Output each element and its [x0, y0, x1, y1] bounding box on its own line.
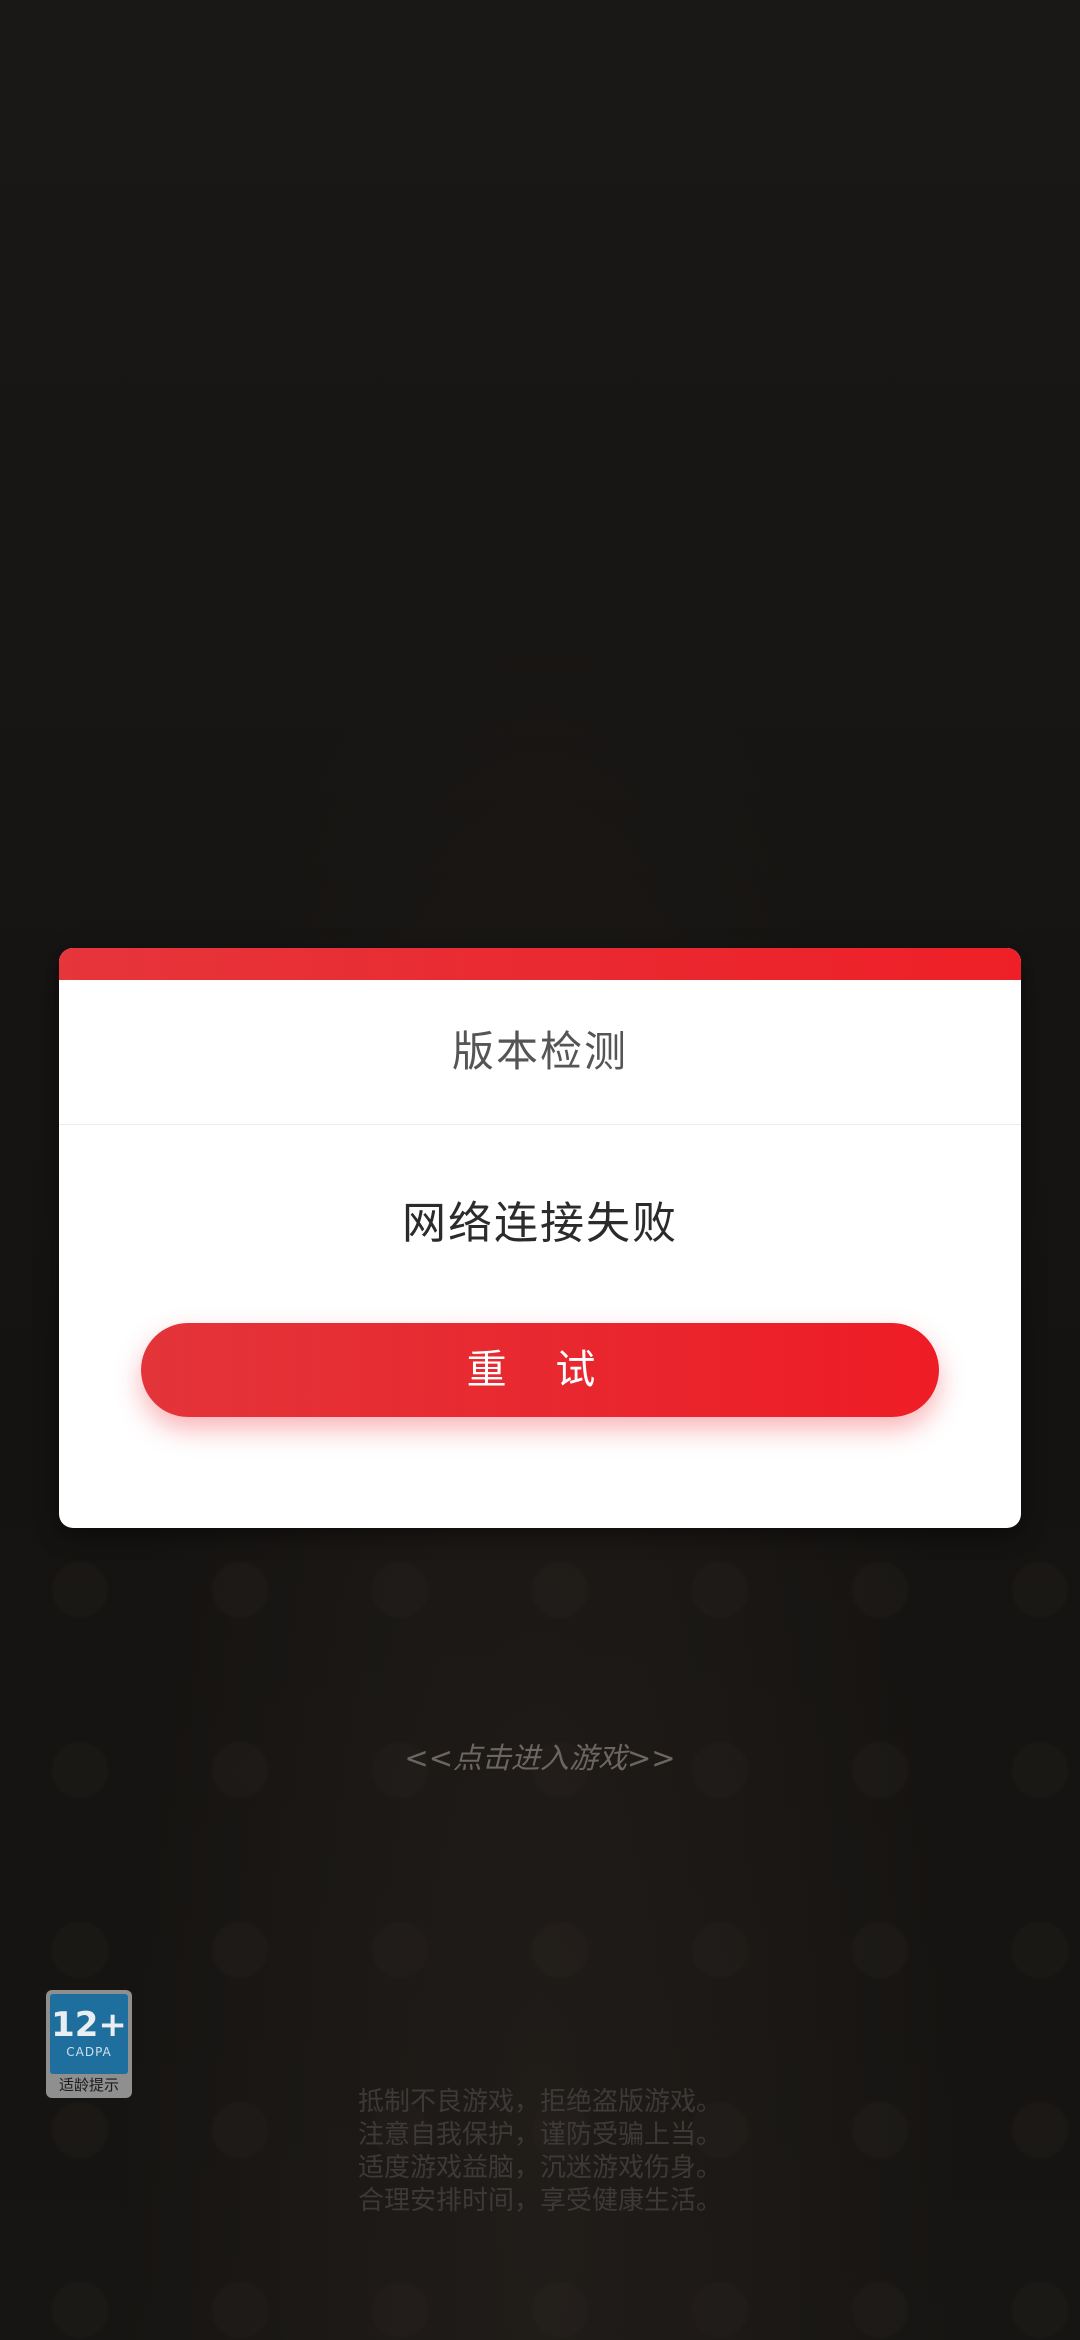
dialog-accent-bar [59, 948, 1021, 980]
retry-button[interactable]: 重 试 [141, 1323, 939, 1417]
health-notice-line: 注意自我保护，谨防受骗上当。 [357, 2120, 722, 2150]
version-check-dialog: 版本检测 网络连接失败 重 试 [59, 948, 1021, 1528]
age-rating-badge: 12+ CADPA 适龄提示 [46, 1990, 132, 2098]
enter-game-link[interactable]: <<点击进入游戏>> [0, 1735, 1080, 1777]
dialog-message: 网络连接失败 [402, 1198, 678, 1249]
age-rating-value: 12+ [51, 2005, 127, 2045]
dialog-title: 版本检测 [59, 980, 1021, 1125]
health-gaming-notice: 抵制不良游戏，拒绝盗版游戏。 注意自我保护，谨防受骗上当。 适度游戏益脑，沉迷游… [0, 2086, 1080, 2218]
health-notice-line: 适度游戏益脑，沉迷游戏伤身。 [357, 2153, 722, 2183]
age-rating-org: CADPA [66, 2045, 112, 2059]
game-launch-screen: 版本检测 网络连接失败 重 试 <<点击进入游戏>> 12+ CADPA 适龄提… [0, 0, 1080, 2340]
health-notice-line: 合理安排时间，享受健康生活。 [357, 2186, 722, 2216]
age-rating-icon: 12+ CADPA [50, 1994, 128, 2074]
health-notice-line: 抵制不良游戏，拒绝盗版游戏。 [357, 2087, 722, 2117]
